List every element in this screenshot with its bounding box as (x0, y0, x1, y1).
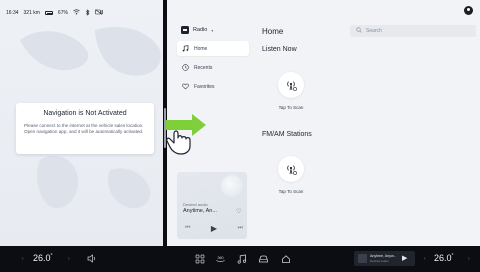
left-temp-decrease-icon[interactable]: ‹ (22, 256, 24, 262)
sidebar-item-favorites[interactable]: Favorites (177, 79, 247, 94)
mini-player[interactable]: Desired audio Anytime, An... ♡ ⏮ ▶ ⏭ (177, 172, 247, 239)
now-playing-source: Desired audio (370, 259, 389, 263)
sidebar-item-home[interactable]: Home (177, 41, 249, 56)
radio-antenna-icon (278, 156, 304, 182)
clock-icon (182, 64, 189, 71)
range-readout: 321 km (23, 10, 40, 16)
mini-player-title: Anytime, An... (183, 208, 217, 214)
radio-app-panel: Radio ▾ Home Recents Favorites Desired a… (167, 0, 480, 246)
svg-text:360: 360 (217, 256, 223, 260)
radio-icon (181, 26, 189, 34)
mini-player-source: Desired audio (183, 202, 208, 207)
left-temp-increase-icon[interactable]: › (68, 256, 70, 262)
tap-to-scan-label: Tap To Scan (278, 189, 304, 194)
heart-icon[interactable]: ♡ (236, 208, 241, 215)
wifi-icon (73, 9, 80, 17)
temp-unit: ° (50, 253, 53, 259)
mini-player-controls: ⏮ ▶ ⏭ (185, 224, 243, 233)
listen-now-scan-tile[interactable]: Tap To Scan (266, 72, 316, 110)
previous-icon[interactable]: ⏮ (185, 225, 190, 232)
driver-temperature[interactable]: 26.0° (33, 253, 53, 263)
section-title-listen-now: Listen Now (262, 46, 297, 53)
radio-sidebar: Radio ▾ Home Recents Favorites (177, 23, 249, 94)
tap-to-scan-label: Tap To Scan (278, 105, 304, 110)
temp-unit: ° (451, 253, 454, 259)
now-playing-widget[interactable]: Anytime, Anyw... Desired audio ▶ (354, 251, 415, 266)
passenger-temp-value: 26.0 (434, 253, 452, 263)
chevron-down-icon: ▾ (211, 27, 214, 33)
play-icon[interactable]: ▶ (211, 224, 217, 233)
search-placeholder: Search (366, 28, 382, 34)
driver-temp-value: 26.0 (33, 253, 51, 263)
bluetooth-icon (85, 8, 90, 18)
section-title-fm-am-stations: FM/AM Stations (262, 131, 312, 138)
bottom-dock: ‹ 26.0° › 360 Anytime, Anyw... Desired a… (0, 246, 480, 272)
navigation-panel: 16:34 321 km 67% Navigation is Not Activ… (0, 0, 163, 246)
search-icon (356, 27, 362, 35)
next-icon[interactable]: ⏭ (238, 225, 243, 232)
drag-gesture-hint-icon (166, 114, 206, 155)
profile-avatar-icon[interactable] (464, 6, 473, 15)
now-playing-title: Anytime, Anyw... (370, 254, 397, 258)
sidebar-item-label: Favorites (194, 83, 215, 90)
battery-icon (44, 11, 53, 15)
navigation-not-activated-card: Navigation is Not Activated Please conne… (16, 103, 154, 154)
status-bar: 16:34 321 km 67% (6, 8, 103, 18)
battery-percent: 67% (57, 10, 68, 16)
audio-source-label: Radio (193, 27, 208, 33)
passenger-temperature[interactable]: 26.0° (434, 253, 454, 263)
right-temp-decrease-icon[interactable]: ‹ (424, 256, 426, 262)
search-input[interactable]: Search (350, 25, 476, 37)
car-icon[interactable] (258, 253, 269, 264)
now-playing-thumbnail (358, 254, 367, 263)
radio-antenna-icon (278, 72, 304, 98)
volume-icon[interactable] (86, 253, 97, 264)
home-icon[interactable] (280, 253, 291, 264)
music-note-icon (182, 45, 189, 52)
album-art (221, 175, 243, 197)
fm-am-scan-tile[interactable]: Tap To Scan (266, 156, 316, 194)
camera-off-icon (95, 9, 103, 17)
page-title: Home (262, 27, 284, 36)
sidebar-item-label: Home (194, 45, 208, 52)
nav-card-message: Please connect to the internet at the ve… (24, 123, 144, 134)
audio-source-dropdown[interactable]: Radio ▾ (177, 23, 247, 37)
nav-card-title: Navigation is Not Activated (43, 110, 127, 117)
sidebar-item-recents[interactable]: Recents (177, 60, 247, 75)
music-icon[interactable] (236, 253, 247, 264)
play-icon[interactable]: ▶ (402, 254, 407, 262)
right-temp-increase-icon[interactable]: › (468, 256, 470, 262)
clock-time: 16:34 (6, 10, 19, 16)
heart-icon (182, 83, 189, 90)
camera-360-icon[interactable]: 360 (215, 253, 226, 264)
sidebar-item-label: Recents (194, 64, 213, 71)
apps-grid-icon[interactable] (194, 253, 205, 264)
